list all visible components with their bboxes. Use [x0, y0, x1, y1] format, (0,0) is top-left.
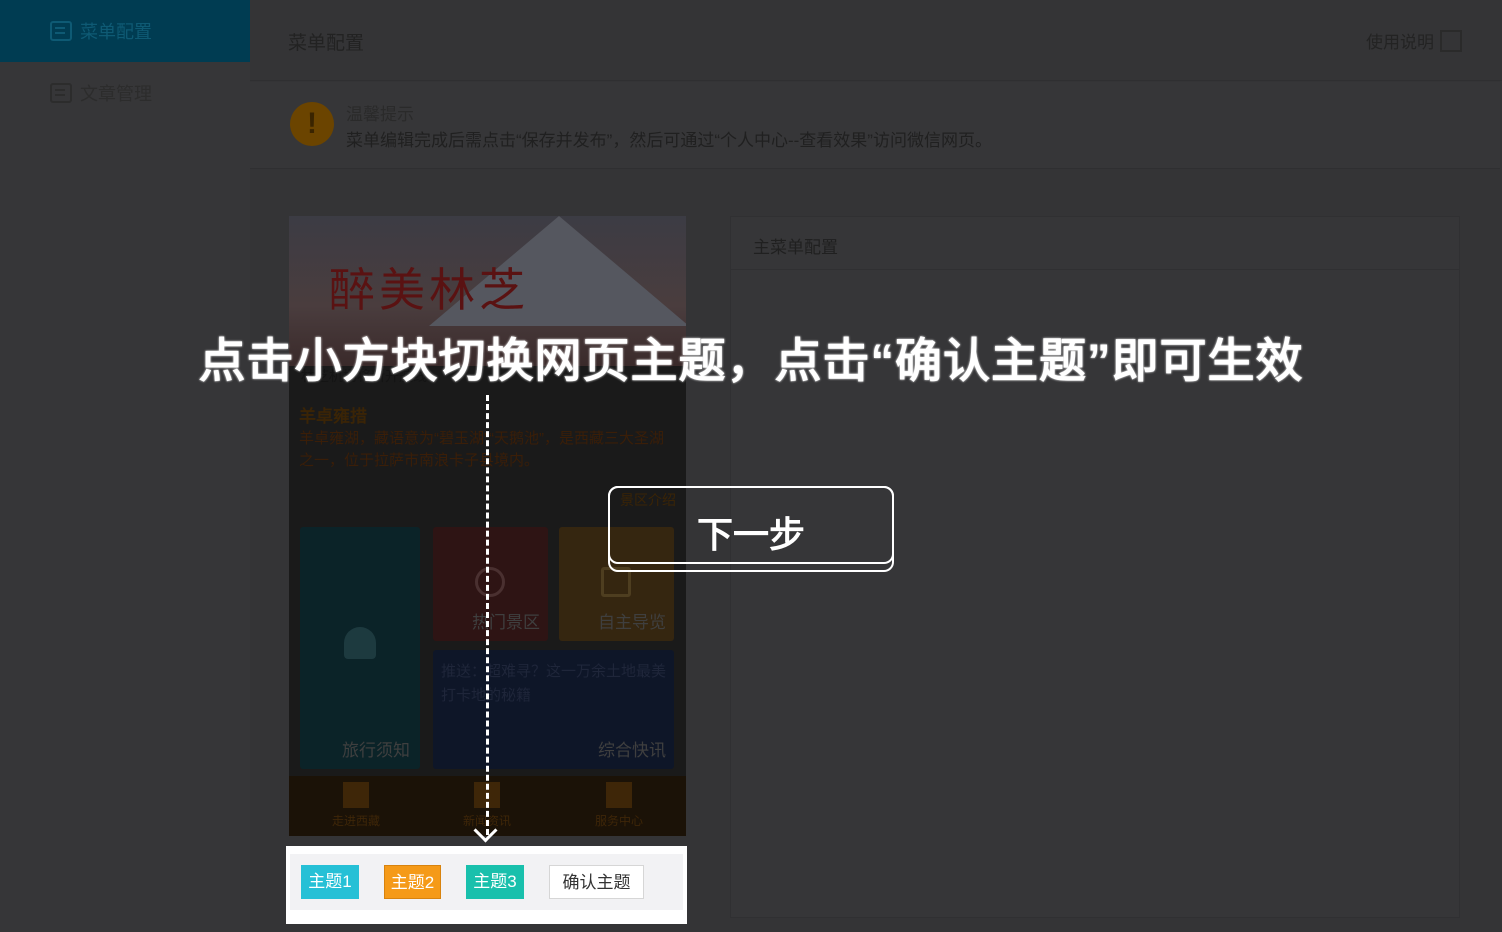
- section-body: 羊卓雍湖，藏语意为“碧玉湖”“天鹅池”，是西藏三大圣湖之一，位于拉萨市南浪卡子县…: [299, 430, 664, 469]
- tile-label: 自主导览: [598, 613, 666, 632]
- theme-selector-inner: 主题1 主题2 主题3 确认主题: [290, 854, 683, 910]
- theme-1-button[interactable]: 主题1: [301, 865, 359, 899]
- guide-arrow-line: [486, 395, 489, 835]
- sidebar: 菜单配置 文章管理: [0, 0, 250, 932]
- nav-item-service[interactable]: 服务中心: [579, 782, 659, 829]
- tile-label: 热门景区: [472, 613, 540, 632]
- tile-hot-spots[interactable]: 热门景区: [433, 527, 548, 641]
- calendar-icon: [1440, 29, 1462, 52]
- bell-icon: [344, 627, 376, 659]
- pagoda-icon: [475, 567, 505, 597]
- guide-instruction: 点击小方块切换网页主题，点击“确认主题”即可生效: [198, 334, 1304, 387]
- sidebar-item-menu-config[interactable]: 菜单配置: [0, 0, 250, 62]
- nav-label: 服务中心: [594, 814, 643, 828]
- grid-icon: [606, 782, 632, 808]
- banner-title: 醉美林芝: [329, 263, 529, 317]
- news-headline: 推送：超难寻？这一万余土地最美打卡地的秘籍: [441, 663, 667, 704]
- tile-travel-notes[interactable]: 旅行须知: [300, 527, 420, 769]
- notice-panel: ! 温馨提示 菜单编辑完成后需点击“保存并发布”，然后可通过“个人中心--查看效…: [250, 82, 1500, 169]
- theme-2-button[interactable]: 主题2: [384, 865, 441, 899]
- help-link[interactable]: 使用说明: [1366, 28, 1462, 53]
- next-step-label: 下一步: [696, 514, 805, 555]
- tile-news[interactable]: 推送：超难寻？这一万余土地最美打卡地的秘籍 综合快讯: [433, 650, 674, 769]
- menu-config-icon: [50, 21, 72, 41]
- sidebar-item-article-management[interactable]: 文章管理: [0, 62, 250, 124]
- theme-selector: 主题1 主题2 主题3 确认主题: [286, 846, 687, 924]
- warning-icon: !: [290, 102, 334, 146]
- tile-label: 旅行须知: [342, 741, 410, 760]
- home-icon: [343, 782, 369, 808]
- theme-3-button[interactable]: 主题3: [466, 865, 524, 899]
- sidebar-item-label: 文章管理: [80, 84, 152, 104]
- tile-label: 综合快讯: [598, 741, 666, 760]
- help-label: 使用说明: [1366, 33, 1434, 52]
- divider: [731, 269, 1459, 270]
- notice-body: 菜单编辑完成后需点击“保存并发布”，然后可通过“个人中心--查看效果”访问微信网…: [346, 131, 992, 150]
- nav-item-tibet[interactable]: 走进西藏: [316, 782, 396, 829]
- nav-label: 走进西藏: [331, 814, 380, 828]
- page-title: 菜单配置: [288, 33, 365, 54]
- sidebar-item-label: 菜单配置: [80, 22, 152, 42]
- config-title: 主菜单配置: [753, 238, 838, 257]
- confirm-theme-button[interactable]: 确认主题: [549, 865, 644, 899]
- header: 菜单配置 使用说明: [250, 0, 1502, 81]
- article-icon: [50, 83, 72, 103]
- next-step-button[interactable]: 下一步: [608, 486, 894, 572]
- section-title: 羊卓雍措: [299, 407, 367, 426]
- notice-title: 温馨提示: [346, 105, 414, 124]
